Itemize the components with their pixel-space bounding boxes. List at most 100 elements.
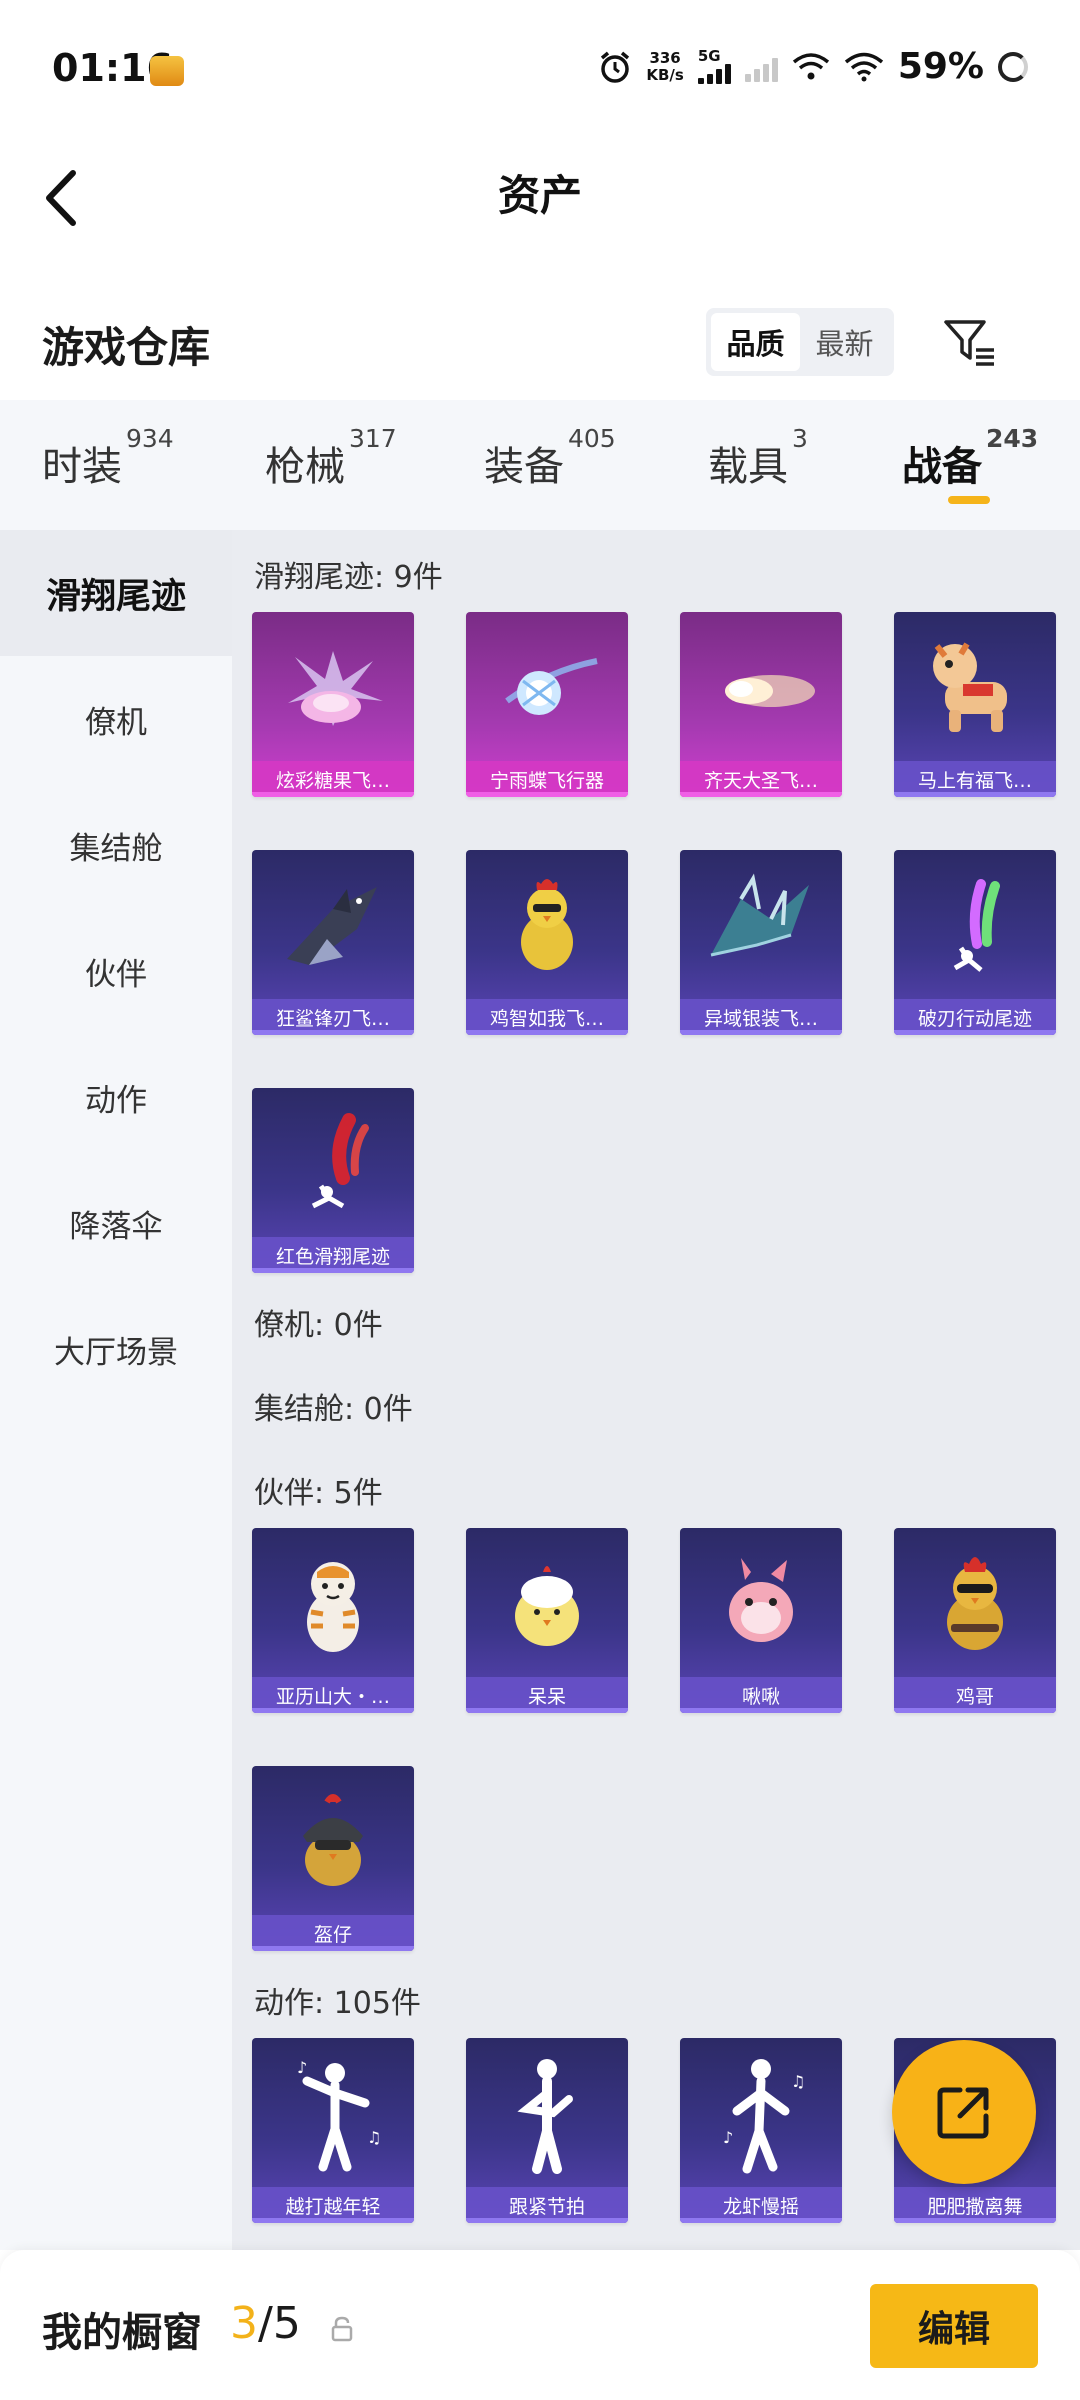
svg-text:♫: ♫ — [367, 2128, 381, 2147]
item-card[interactable]: 鸡智如我飞… — [466, 850, 628, 1035]
svg-text:♪: ♪ — [723, 2128, 733, 2147]
dance-pose-icon: ♪ ♫ — [252, 2038, 414, 2186]
item-name: 盔仔 — [252, 1915, 414, 1951]
svg-text:♫: ♫ — [791, 2072, 805, 2091]
app-header: 资产 — [0, 140, 1080, 270]
signal-bars-icon — [697, 64, 731, 84]
helmet-chick-icon — [252, 1766, 414, 1914]
item-name: 马上有福飞… — [894, 761, 1056, 797]
item-name: 越打越年轻 — [252, 2187, 414, 2223]
wifi-icon — [844, 52, 883, 81]
tab-label: 载具 — [708, 444, 788, 490]
item-card[interactable]: 啾啾 — [680, 1528, 842, 1713]
filter-button[interactable] — [940, 312, 1000, 372]
network-speed: 336 KB/s — [646, 48, 684, 84]
toy-horse-icon — [894, 612, 1056, 760]
item-card[interactable]: 炫彩糖果飞… — [252, 612, 414, 797]
alarm-icon — [601, 51, 630, 83]
sidebar-item-emote[interactable]: 动作 — [0, 1034, 232, 1160]
item-card[interactable]: 鸡哥 — [894, 1528, 1056, 1713]
active-tab-indicator — [948, 496, 990, 504]
section-title-pod: 集结舱: 0件 — [254, 1392, 413, 1427]
item-card[interactable]: 呆呆 — [466, 1528, 628, 1713]
chicken-glider-icon — [466, 850, 628, 998]
item-card[interactable]: 宁雨蝶飞行器 — [466, 612, 628, 797]
item-card[interactable]: ♪ ♫ 龙虾慢摇 — [680, 2038, 842, 2223]
share-button[interactable] — [892, 2040, 1036, 2184]
tab-label: 战备 — [902, 444, 982, 490]
sidebar-item-pod[interactable]: 集结舱 — [0, 782, 232, 908]
item-name: 狂鲨锋刃飞… — [252, 999, 414, 1035]
sidebar: 滑翔尾迹 僚机 集结舱 伙伴 动作 降落伞 大厅场景 — [0, 530, 232, 2250]
item-name: 龙虾慢摇 — [680, 2187, 842, 2223]
item-card[interactable]: 红色滑翔尾迹 — [252, 1088, 414, 1273]
sidebar-item-parachute[interactable]: 降落伞 — [0, 1160, 232, 1286]
item-card[interactable]: 齐天大圣飞… — [680, 612, 842, 797]
item-card[interactable]: 异域银装飞… — [680, 850, 842, 1035]
tab-guns[interactable]: 枪械317 — [265, 424, 397, 492]
item-name: 炫彩糖果飞… — [252, 761, 414, 797]
sunglasses-chicken-icon — [894, 1528, 1056, 1676]
wifi-secondary-icon — [792, 52, 829, 79]
sidebar-item-companion[interactable]: 伙伴 — [0, 908, 232, 1034]
network-speed-value: 336 — [649, 48, 681, 67]
item-name: 异域银装飞… — [680, 999, 842, 1035]
candy-glider-icon — [252, 612, 414, 760]
section-title-emote: 动作: 105件 — [254, 1986, 421, 2021]
tab-readiness[interactable]: 战备243 — [902, 424, 1038, 492]
smoke-trail-icon — [894, 850, 1056, 998]
battery-icon — [998, 51, 1028, 82]
showcase-count: 3/5 — [230, 2298, 301, 2349]
item-card[interactable]: 亚历山大・… — [252, 1528, 414, 1713]
lock-icon — [331, 2316, 353, 2342]
edit-button[interactable]: 编辑 — [870, 2284, 1038, 2368]
item-card[interactable]: 跟紧节拍 — [466, 2038, 628, 2223]
network-speed-unit: KB/s — [646, 65, 684, 84]
tab-equipment[interactable]: 装备405 — [484, 424, 616, 492]
item-name: 啾啾 — [680, 1677, 842, 1713]
item-name: 鸡智如我飞… — [466, 999, 628, 1035]
section-title-wingman: 僚机: 0件 — [254, 1308, 383, 1343]
sort-option-quality[interactable]: 品质 — [711, 313, 800, 371]
sidebar-item-glide-trail[interactable]: 滑翔尾迹 — [0, 530, 232, 656]
share-out-icon — [937, 2087, 989, 2139]
sort-toggle: 品质 最新 — [706, 308, 894, 376]
shark-glider-icon — [252, 850, 414, 998]
warehouse-title: 游戏仓库 — [42, 323, 211, 372]
battery-percent: 59% — [897, 46, 984, 87]
tab-label: 装备 — [484, 444, 564, 490]
item-card[interactable]: 狂鲨锋刃飞… — [252, 850, 414, 1035]
item-name: 肥肥撒离舞 — [894, 2187, 1056, 2223]
tab-fashion[interactable]: 时装934 — [42, 424, 174, 492]
section-title-glide-trail: 滑翔尾迹: 9件 — [254, 560, 443, 595]
item-name: 跟紧节拍 — [466, 2187, 628, 2223]
item-name: 破刃行动尾迹 — [894, 999, 1056, 1035]
section-title-companion: 伙伴: 5件 — [254, 1476, 383, 1511]
item-card[interactable]: 盔仔 — [252, 1766, 414, 1951]
dance-pose-icon: ♪ ♫ — [680, 2038, 842, 2186]
tab-count: 243 — [986, 424, 1039, 453]
item-name: 呆呆 — [466, 1677, 628, 1713]
tiger-chick-icon — [252, 1528, 414, 1676]
network-type: 5G — [697, 47, 721, 65]
item-card[interactable]: ♪ ♫ 越打越年轻 — [252, 2038, 414, 2223]
dance-pose-icon — [466, 2038, 628, 2186]
showcase-total: /5 — [258, 2298, 301, 2349]
sidebar-item-lobby-scene[interactable]: 大厅场景 — [0, 1286, 232, 1412]
signal-5g: 5G — [697, 47, 731, 84]
tab-label: 时装 — [42, 444, 122, 490]
item-card[interactable]: 马上有福飞… — [894, 612, 1056, 797]
tab-count: 934 — [126, 424, 174, 453]
red-smoke-trail-icon — [252, 1088, 414, 1236]
cloud-glider-icon — [680, 612, 842, 760]
svg-text:♪: ♪ — [297, 2058, 307, 2077]
item-name: 红色滑翔尾迹 — [252, 1237, 414, 1273]
filter-icon — [944, 320, 994, 366]
tab-vehicles[interactable]: 载具3 — [708, 424, 808, 492]
item-name: 宁雨蝶飞行器 — [466, 761, 628, 797]
item-name: 鸡哥 — [894, 1677, 1056, 1713]
showcase-label: 我的橱窗 — [42, 2310, 202, 2356]
sort-option-newest[interactable]: 最新 — [800, 313, 889, 371]
item-card[interactable]: 破刃行动尾迹 — [894, 850, 1056, 1035]
sidebar-item-wingman[interactable]: 僚机 — [0, 656, 232, 782]
